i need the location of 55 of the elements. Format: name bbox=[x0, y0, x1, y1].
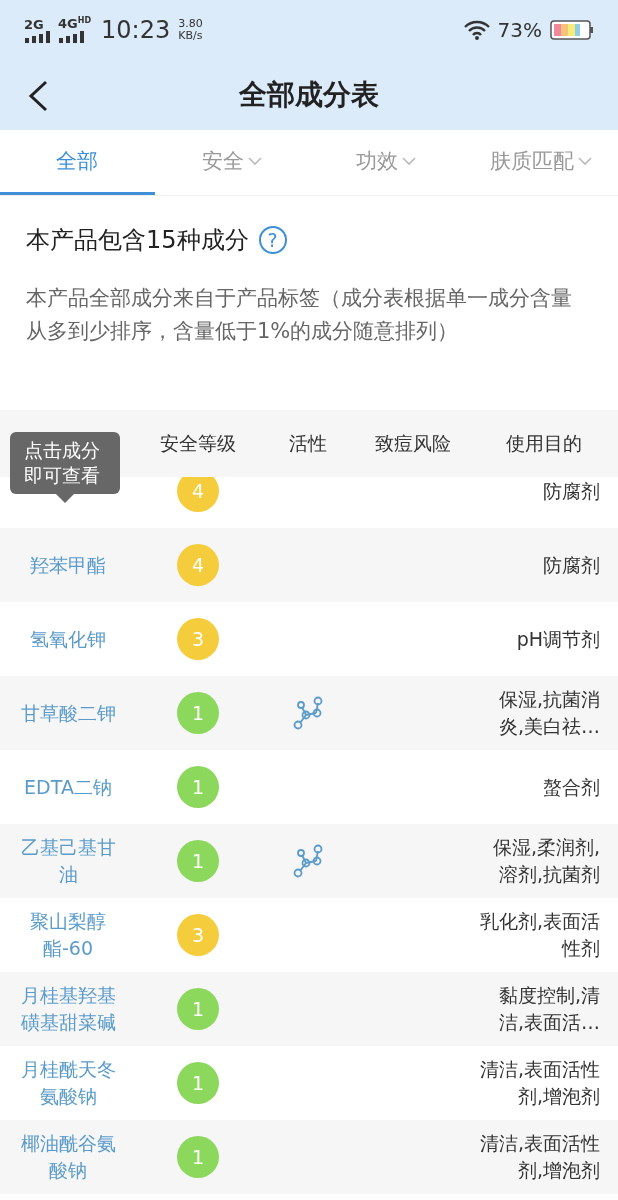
usage-purpose: 黏度控制,清洁,表面活… bbox=[497, 983, 601, 1035]
ingredient-count: 本产品包含15种成分 bbox=[26, 225, 249, 256]
source-note: 本产品全部成分来自于产品标签（成分表根据单一成分含量从多到少排序，含量低于1%的成分随意排列） bbox=[26, 285, 573, 345]
tab[interactable]: 功效 bbox=[309, 130, 464, 195]
ingredient-link[interactable]: 氢氧化钾 bbox=[0, 625, 136, 653]
tab[interactable]: 肤质匹配 bbox=[463, 130, 618, 195]
usage-purpose: pH调节剂 bbox=[515, 626, 601, 652]
usage-purpose: 乳化剂,表面活性剂 bbox=[478, 909, 601, 961]
ingredient-link[interactable]: 月桂基羟基磺基甜菜碱 bbox=[0, 982, 136, 1036]
signal-icon bbox=[24, 30, 50, 43]
usage-purpose: 清洁,表面活性剂,增泡剂 bbox=[478, 1131, 601, 1183]
usage-purpose: 保湿,抗菌消炎,美白祛… bbox=[497, 687, 601, 739]
column-header: 致痘风险 bbox=[374, 430, 452, 456]
ingredient-link[interactable]: EDTA二钠 bbox=[0, 773, 136, 801]
battery-icon bbox=[550, 20, 594, 40]
ingredient-link[interactable]: 羟苯甲酯 bbox=[0, 551, 136, 579]
battery-percent: 73% bbox=[497, 18, 542, 42]
chevron-down-icon bbox=[247, 156, 262, 166]
ingredient-link[interactable]: 甘草酸二钾 bbox=[0, 699, 136, 727]
usage-purpose: 清洁,表面活性剂,增泡剂 bbox=[478, 1057, 601, 1109]
usage-purpose: 防腐剂 bbox=[542, 552, 601, 578]
tab[interactable]: 安全 bbox=[154, 130, 309, 195]
network-speed: 3.80 bbox=[178, 17, 203, 30]
usage-purpose: 防腐剂 bbox=[542, 478, 601, 504]
help-button[interactable]: ? bbox=[258, 226, 287, 254]
safety-rating: 3 bbox=[177, 618, 219, 660]
ingredient-link[interactable]: 月桂酰天冬氨酸钠 bbox=[0, 1056, 136, 1110]
network-label: 4G$^{HD}$ bbox=[58, 17, 92, 31]
usage-purpose: 保湿,柔润剂,溶剂,抗菌剂 bbox=[491, 835, 601, 887]
column-header: 活性 bbox=[288, 430, 328, 456]
ingredient-link[interactable]: 椰油酰谷氨酸钠 bbox=[0, 1130, 136, 1184]
back-icon[interactable] bbox=[28, 80, 48, 112]
speed-unit: KB/s bbox=[178, 30, 203, 43]
safety-rating: 4 bbox=[177, 544, 219, 586]
ingredient-link[interactable]: 乙基己基甘油 bbox=[0, 834, 136, 888]
ingredient-link[interactable]: 聚山梨醇酯-60 bbox=[0, 908, 136, 962]
usage-purpose: 螯合剂 bbox=[542, 774, 601, 800]
wifi-icon bbox=[463, 20, 490, 40]
column-header: 使用目的 bbox=[505, 430, 583, 456]
safety-rating: 1 bbox=[177, 1136, 219, 1178]
safety-rating: 1 bbox=[177, 840, 219, 882]
page-title: 全部成分表 bbox=[239, 77, 379, 113]
column-header: 安全等级 bbox=[159, 430, 237, 456]
safety-rating: 1 bbox=[177, 988, 219, 1030]
chevron-down-icon bbox=[402, 156, 417, 166]
safety-rating: 1 bbox=[177, 766, 219, 808]
clock: 10:23 bbox=[101, 16, 171, 44]
tooltip: 点击成分即可查看 bbox=[10, 432, 120, 503]
tab[interactable]: 全部 bbox=[0, 130, 155, 195]
signal-icon bbox=[58, 30, 84, 43]
chevron-down-icon bbox=[577, 156, 592, 166]
safety-rating: 1 bbox=[177, 692, 219, 734]
safety-rating: 1 bbox=[177, 1062, 219, 1104]
safety-rating: 3 bbox=[177, 914, 219, 956]
network-label: 2G bbox=[24, 17, 44, 31]
